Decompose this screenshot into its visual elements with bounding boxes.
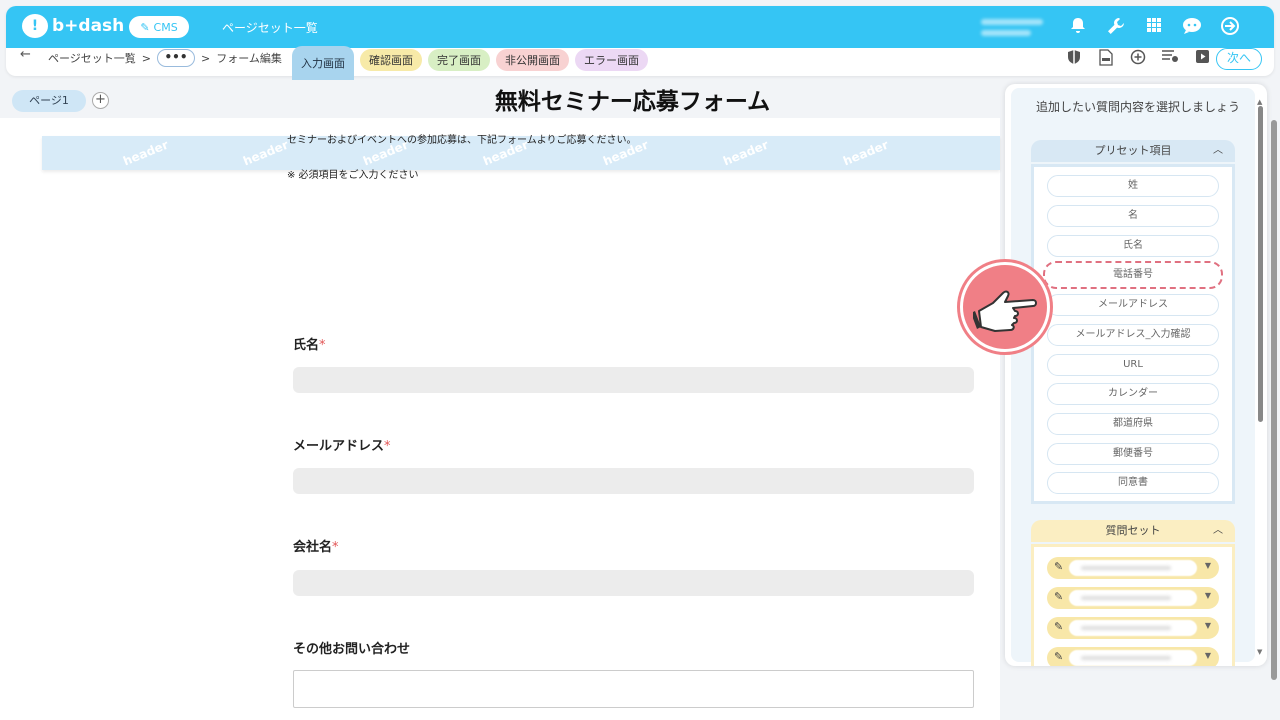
tab-confirm[interactable]: 確認画面 [360,49,422,71]
pencil-icon[interactable]: ✎ [1054,620,1063,633]
pencil-icon[interactable]: ✎ [1054,650,1063,663]
bell-icon[interactable] [1066,16,1090,38]
breadcrumb-separator: > [141,51,151,65]
preset-prefecture[interactable]: 都道府県 [1047,413,1219,435]
field-label-email[interactable]: メールアドレス* [293,435,391,454]
preset-section-header[interactable]: プリセット項目 ︿ [1031,140,1235,162]
tab-complete[interactable]: 完了画面 [428,49,490,71]
preset-email-confirm[interactable]: メールアドレス_入力確認 [1047,324,1219,346]
cms-button[interactable]: ✎ CMS [129,16,189,38]
chat-bot-icon[interactable] [1180,16,1204,38]
field-label-name[interactable]: 氏名* [293,334,326,353]
pencil-icon[interactable]: ✎ [1054,560,1063,573]
chevron-up-icon[interactable]: ︿ [1213,140,1223,162]
page-scrollbar[interactable] [1268,84,1280,720]
logo-mark-icon: ! [22,14,48,38]
play-icon[interactable] [1192,49,1212,70]
name-input[interactable] [293,367,974,393]
grid-icon[interactable] [1142,16,1166,38]
breadcrumb-ellipsis-button[interactable]: ••• [157,49,195,67]
preset-phone[interactable]: 電話番号 [1043,261,1223,289]
preset-list: 姓 名 氏名 電話番号 メールアドレス メールアドレス_入力確認 URL カレン… [1031,164,1235,504]
chevron-down-icon[interactable]: ▼ [1205,621,1211,630]
pencil-icon[interactable]: ✎ [1054,590,1063,603]
qset-section-title: 質問セット [1105,524,1161,537]
company-input[interactable] [293,570,974,596]
form-canvas: header header header header header heade… [0,118,1000,720]
preset-email[interactable]: メールアドレス [1047,294,1219,316]
tab-error[interactable]: エラー画面 [575,49,648,71]
tab-private[interactable]: 非公開画面 [496,49,569,71]
preset-full-name[interactable]: 氏名 [1047,235,1219,257]
chevron-down-icon[interactable]: ▼ [1205,561,1211,570]
preset-section-title: プリセット項目 [1094,144,1172,157]
form-description[interactable]: セミナーおよびイベントへの参加応募は、下記フォームよりご応募ください。 [287,131,637,146]
qset-item[interactable]: ✎ ▼ [1047,587,1219,609]
logo[interactable]: ! b+dash [22,14,124,38]
preset-postal-code[interactable]: 郵便番号 [1047,443,1219,465]
pointing-hand-hint [960,262,1050,352]
field-label-inquiry[interactable]: その他お問い合わせ [293,638,410,657]
pointing-hand-icon [973,290,1037,332]
back-arrow-icon[interactable]: ← [20,47,31,62]
qset-item[interactable]: ✎ ▼ [1047,617,1219,639]
scroll-up-icon[interactable]: ▲ [1257,98,1262,106]
inquiry-textarea[interactable] [293,670,974,708]
required-note[interactable]: ※ 必須項目をご入力ください [287,166,419,181]
panel-scrollbar[interactable]: ▲ ▼ [1257,98,1264,658]
logout-icon[interactable] [1218,16,1242,38]
panel-scroll-thumb[interactable] [1258,106,1263,422]
breadcrumb-form-edit: フォーム編集 [216,52,282,65]
qset-list: ✎ ▼ ✎ ▼ ✎ ▼ ✎ ▼ [1031,544,1235,666]
scroll-down-icon[interactable]: ▼ [1257,648,1262,656]
header-watermark: header [721,137,771,169]
page-scroll-thumb[interactable] [1271,120,1277,680]
chevron-down-icon[interactable]: ▼ [1205,651,1211,660]
preset-url[interactable]: URL [1047,354,1219,376]
tab-input[interactable]: 入力画面 [292,46,354,80]
chevron-up-icon[interactable]: ︿ [1213,520,1223,542]
logo-text: b+dash [52,16,125,36]
header-watermark: header [241,137,291,169]
shield-icon[interactable] [1064,49,1084,70]
header-watermark: header [841,137,891,169]
screen-tabs: 入力画面 確認画面 完了画面 非公開画面 エラー画面 [292,42,648,80]
user-info-blurred[interactable] [981,14,1051,40]
question-panel: 追加したい質問内容を選択しましょう プリセット項目 ︿ 姓 名 氏名 電話番号 … [1005,84,1267,666]
next-button[interactable]: 次へ [1216,48,1262,70]
qset-item[interactable]: ✎ ▼ [1047,557,1219,579]
wrench-icon[interactable] [1104,16,1128,38]
html-file-icon[interactable] [1096,49,1116,70]
plus-circle-icon[interactable] [1128,49,1148,70]
list-settings-icon[interactable] [1160,49,1180,70]
edit-icon: ✎ [140,20,150,34]
preset-calendar[interactable]: カレンダー [1047,383,1219,405]
qset-section-header[interactable]: 質問セット ︿ [1031,520,1235,542]
preset-last-name[interactable]: 姓 [1047,175,1219,197]
preset-consent[interactable]: 同意書 [1047,472,1219,494]
chevron-down-icon[interactable]: ▼ [1205,591,1211,600]
app-title[interactable]: ページセット一覧 [222,19,318,36]
cms-label: CMS [153,20,178,34]
breadcrumb: ページセット一覧 > ••• > フォーム編集 [48,46,282,70]
field-label-company[interactable]: 会社名* [293,536,339,555]
breadcrumb-page-set-list[interactable]: ページセット一覧 [48,50,136,66]
panel-title: 追加したい質問内容を選択しましょう [1035,100,1240,114]
breadcrumb-separator: > [201,51,211,65]
preset-first-name[interactable]: 名 [1047,205,1219,227]
qset-item[interactable]: ✎ ▼ [1047,647,1219,666]
header-watermark: header [121,137,171,169]
email-input[interactable] [293,468,974,494]
